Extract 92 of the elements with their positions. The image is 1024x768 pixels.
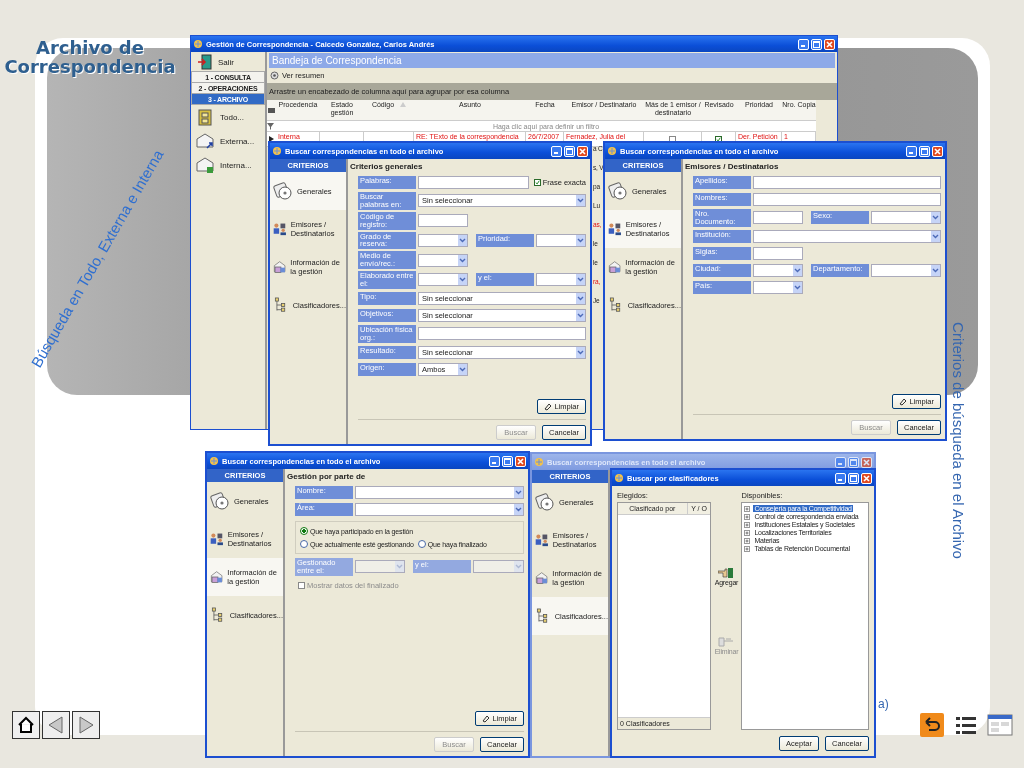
close-button[interactable] (824, 38, 835, 50)
dropdown-field[interactable] (418, 233, 468, 247)
expand-icon[interactable] (744, 545, 751, 552)
app-icon (209, 456, 219, 466)
minimize-button[interactable] (489, 455, 500, 467)
dropdown-field[interactable] (536, 233, 586, 247)
dropdown-arrow-icon (458, 254, 467, 266)
close-icon (934, 147, 941, 155)
eraser-icon (482, 714, 491, 723)
text-field[interactable] (418, 327, 586, 341)
dropdown-arrow-icon (514, 487, 523, 498)
previous-button[interactable] (42, 711, 70, 739)
grid-icon (268, 107, 275, 113)
exit-button[interactable]: Salir (191, 52, 265, 72)
expand-icon[interactable] (744, 505, 751, 512)
dropdown-field[interactable] (753, 263, 803, 277)
minimize-button[interactable] (906, 145, 917, 157)
close-button[interactable] (932, 145, 943, 157)
text-field[interactable] (418, 176, 529, 189)
archive-item[interactable]: Externa... (191, 129, 265, 153)
maximize-button[interactable] (848, 472, 859, 484)
maximize-icon (850, 458, 857, 466)
maximize-icon (921, 147, 928, 155)
expand-icon[interactable] (744, 529, 751, 536)
text-field[interactable] (418, 214, 468, 228)
file-cabinet-icon (196, 108, 214, 126)
hand-icon (718, 635, 735, 648)
panel-header: Bandeja de Correspondencia (269, 53, 835, 68)
section-title: Gestión por parte de (287, 472, 367, 481)
close-icon (517, 457, 524, 465)
close-button[interactable] (515, 455, 526, 467)
envelope-icon (196, 132, 214, 150)
maximize-button[interactable] (502, 455, 513, 467)
minimize-button[interactable] (798, 38, 809, 50)
slide-text: a) (878, 697, 889, 711)
dropdown-field[interactable] (418, 273, 468, 287)
minimize-button[interactable] (551, 145, 562, 157)
slides-button[interactable] (986, 711, 1014, 739)
eraser-icon (899, 397, 908, 406)
app-icon (272, 146, 282, 156)
text-field[interactable] (753, 211, 803, 225)
minimize-button[interactable] (835, 472, 846, 484)
maximize-button[interactable] (811, 38, 822, 50)
dropdown-arrow-icon (514, 504, 523, 515)
app-icon (534, 457, 544, 467)
maximize-icon (504, 457, 511, 465)
maximize-icon (850, 474, 857, 482)
close-button[interactable] (577, 145, 588, 157)
envelope-icon (196, 156, 214, 174)
expand-icon[interactable] (744, 537, 751, 544)
expand-icon[interactable] (744, 521, 751, 528)
eraser-icon (544, 402, 553, 411)
dropdown-field[interactable] (871, 211, 941, 225)
right-arrow-icon (76, 715, 96, 735)
close-icon (863, 474, 870, 482)
dropdown-field[interactable] (355, 503, 524, 516)
maximize-button[interactable] (919, 145, 930, 157)
close-icon (863, 458, 870, 466)
door-icon (197, 54, 213, 70)
dropdown-field[interactable] (753, 229, 941, 243)
dropdown-field[interactable] (871, 263, 941, 277)
left-arrow-icon (46, 715, 66, 735)
return-button[interactable] (918, 711, 946, 739)
text-field[interactable] (753, 193, 941, 206)
close-button[interactable] (861, 472, 872, 484)
expand-icon[interactable] (744, 513, 751, 520)
next-button[interactable] (72, 711, 100, 739)
slide-caption: Criterios de búsqueda en el Archivo (949, 321, 967, 561)
check-icon (716, 135, 721, 143)
text-field[interactable] (753, 176, 941, 189)
close-icon (826, 40, 833, 48)
maximize-button[interactable] (564, 145, 575, 157)
app-icon (193, 39, 203, 49)
home-button[interactable] (12, 711, 40, 739)
close-icon (579, 147, 586, 155)
section-title: Criterios generales (350, 162, 424, 171)
archive-item[interactable]: Interna... (191, 153, 265, 177)
app-icon (607, 146, 617, 156)
check-icon (534, 179, 540, 186)
archive-item[interactable]: Todo... (191, 105, 265, 129)
hand-icon (718, 566, 735, 579)
dropdown-field[interactable] (418, 253, 468, 267)
eye-icon (270, 71, 279, 80)
section-title: Emisores / Destinatarios (685, 162, 780, 171)
dropdown-field[interactable] (355, 486, 524, 499)
maximize-icon (813, 40, 820, 48)
dropdown-field[interactable] (536, 273, 586, 287)
home-icon (16, 715, 36, 735)
app-icon (614, 473, 624, 483)
maximize-icon (566, 147, 573, 155)
dropdown-field[interactable] (753, 280, 803, 294)
text-field[interactable] (753, 246, 803, 260)
